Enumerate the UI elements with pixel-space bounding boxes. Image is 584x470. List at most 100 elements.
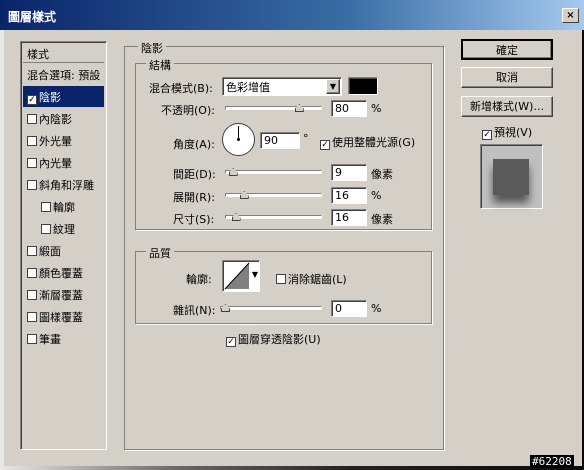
preview-shape <box>493 159 529 195</box>
style-item[interactable]: ✓ 陰影 <box>23 86 104 107</box>
anti-alias-label: 消除鋸齒(L) <box>288 273 347 286</box>
angle-dial[interactable] <box>222 123 255 156</box>
blend-mode-value: 色彩增值 <box>226 81 270 94</box>
style-item-checkbox[interactable] <box>27 334 37 344</box>
preview-toggle[interactable]: ✓ 預視(V) <box>482 124 532 140</box>
spread-unit: % <box>371 189 382 202</box>
contour-label: 輪廓: <box>186 273 212 286</box>
style-item[interactable]: 顏色覆蓋 <box>23 262 104 283</box>
chevron-down-icon: ▼ <box>326 79 340 94</box>
opacity-label: 不透明(O): <box>161 104 215 117</box>
distance-slider[interactable] <box>225 168 322 176</box>
size-slider[interactable] <box>225 213 322 221</box>
size-unit: 像素 <box>371 213 393 226</box>
shadow-group-title: 陰影 <box>138 40 166 56</box>
spread-slider[interactable] <box>225 191 322 199</box>
style-item[interactable]: 輪廓 <box>23 196 104 217</box>
style-item-checkbox[interactable] <box>27 312 37 322</box>
style-item[interactable]: 斜角和浮雕 <box>23 174 104 195</box>
anti-alias-checkbox[interactable] <box>276 274 286 284</box>
anti-alias[interactable]: 消除鋸齒(L) <box>276 271 347 287</box>
blend-mode-select[interactable]: 色彩增值 ▼ <box>222 77 342 96</box>
close-button[interactable]: × <box>562 8 579 23</box>
layer-knockout-label: 圖層穿透陰影(U) <box>238 333 321 346</box>
noise-input[interactable]: 0 <box>331 300 367 317</box>
preview-label: 預視(V) <box>494 126 533 139</box>
blend-mode-label: 混合模式(B): <box>149 82 213 95</box>
close-icon: × <box>566 10 575 21</box>
styles-list-header: 樣式 <box>23 44 104 63</box>
slider-thumb[interactable] <box>228 168 238 176</box>
preview-thumbnail <box>480 144 543 209</box>
style-item-label: 顏色覆蓋 <box>39 267 83 280</box>
style-item-checkbox[interactable]: ✓ <box>27 95 37 105</box>
style-item[interactable]: 內光暈 <box>23 152 104 173</box>
slider-thumb[interactable] <box>231 213 241 221</box>
style-item-checkbox[interactable] <box>27 114 37 124</box>
spread-label: 展開(R): <box>173 191 215 204</box>
layer-knockout-checkbox[interactable]: ✓ <box>226 337 236 347</box>
distance-unit: 像素 <box>371 168 393 181</box>
style-item-checkbox[interactable] <box>27 246 37 256</box>
spread-input[interactable]: 16 <box>331 187 367 204</box>
layer-knockout[interactable]: ✓ 圖層穿透陰影(U) <box>226 331 321 347</box>
cancel-button[interactable]: 取消 <box>461 67 553 88</box>
noise-label: 雜訊(N): <box>173 304 216 317</box>
style-item[interactable]: 混合選項: 預設 <box>23 64 104 85</box>
size-input[interactable]: 16 <box>331 209 367 226</box>
quality-group-title: 品質 <box>146 245 174 261</box>
style-item-checkbox[interactable] <box>27 268 37 278</box>
opacity-slider[interactable] <box>225 104 322 112</box>
use-global-light[interactable]: ✓ 使用整體光源(G) <box>320 134 415 150</box>
opacity-input[interactable]: 80 <box>331 100 367 117</box>
use-global-light-label: 使用整體光源(G) <box>332 136 416 149</box>
style-item-label: 緞面 <box>39 245 61 258</box>
style-item-checkbox[interactable] <box>27 158 37 168</box>
style-item[interactable]: 筆畫 <box>23 328 104 349</box>
chevron-down-icon: ▼ <box>251 270 258 279</box>
style-item[interactable]: 紋理 <box>23 218 104 239</box>
style-item[interactable]: 外光暈 <box>23 130 104 151</box>
window-title: 圖層樣式 <box>8 10 57 24</box>
style-item-label: 斜角和浮雕 <box>39 179 94 192</box>
style-item[interactable]: 漸層覆蓋 <box>23 284 104 305</box>
style-item-label: 內光暈 <box>39 157 72 170</box>
style-item-label: 圖樣覆蓋 <box>39 311 83 324</box>
distance-input[interactable]: 9 <box>331 164 367 181</box>
style-item-label: 混合選項: 預設 <box>27 69 101 82</box>
style-item-checkbox[interactable] <box>27 136 37 146</box>
slider-thumb[interactable] <box>239 191 249 199</box>
style-item-checkbox[interactable] <box>41 202 51 212</box>
distance-label: 間距(D): <box>173 168 216 181</box>
title-bar[interactable]: 圖層樣式 × <box>0 0 584 30</box>
style-item-label: 紋理 <box>53 223 75 236</box>
noise-unit: % <box>371 302 382 315</box>
style-item[interactable]: 圖樣覆蓋 <box>23 306 104 327</box>
style-item-label: 筆畫 <box>39 333 61 346</box>
watermark-text: #62208 <box>530 455 574 468</box>
styles-list: 樣式 混合選項: 預設 ✓ 陰影內陰影外光暈內光暈斜角和浮雕輪廓紋理緞面顏色覆蓋漸層… <box>20 41 107 450</box>
use-global-light-checkbox[interactable]: ✓ <box>320 140 330 150</box>
angle-input[interactable]: 90 <box>260 132 300 149</box>
contour-picker[interactable]: ▼ <box>222 260 260 292</box>
angle-unit: ° <box>303 132 309 145</box>
noise-slider[interactable] <box>220 304 322 312</box>
style-item-label: 外光暈 <box>39 135 72 148</box>
style-item-label: 內陰影 <box>39 113 72 126</box>
shadow-color-swatch[interactable] <box>348 77 378 95</box>
preview-checkbox[interactable]: ✓ <box>482 130 492 140</box>
structure-group-title: 結構 <box>146 57 174 73</box>
slider-thumb[interactable] <box>221 304 230 312</box>
opacity-unit: % <box>371 102 382 115</box>
style-item-label: 輪廓 <box>53 201 75 214</box>
style-item-checkbox[interactable] <box>27 180 37 190</box>
style-item-checkbox[interactable] <box>27 290 37 300</box>
style-item-checkbox[interactable] <box>41 224 51 234</box>
style-item-label: 漸層覆蓋 <box>39 289 83 302</box>
angle-label: 角度(A): <box>173 138 215 151</box>
style-item[interactable]: 內陰影 <box>23 108 104 129</box>
style-item[interactable]: 緞面 <box>23 240 104 261</box>
ok-button[interactable]: 確定 <box>461 39 553 60</box>
new-style-button[interactable]: 新增樣式(W)... <box>461 96 553 117</box>
slider-thumb[interactable] <box>294 104 304 112</box>
